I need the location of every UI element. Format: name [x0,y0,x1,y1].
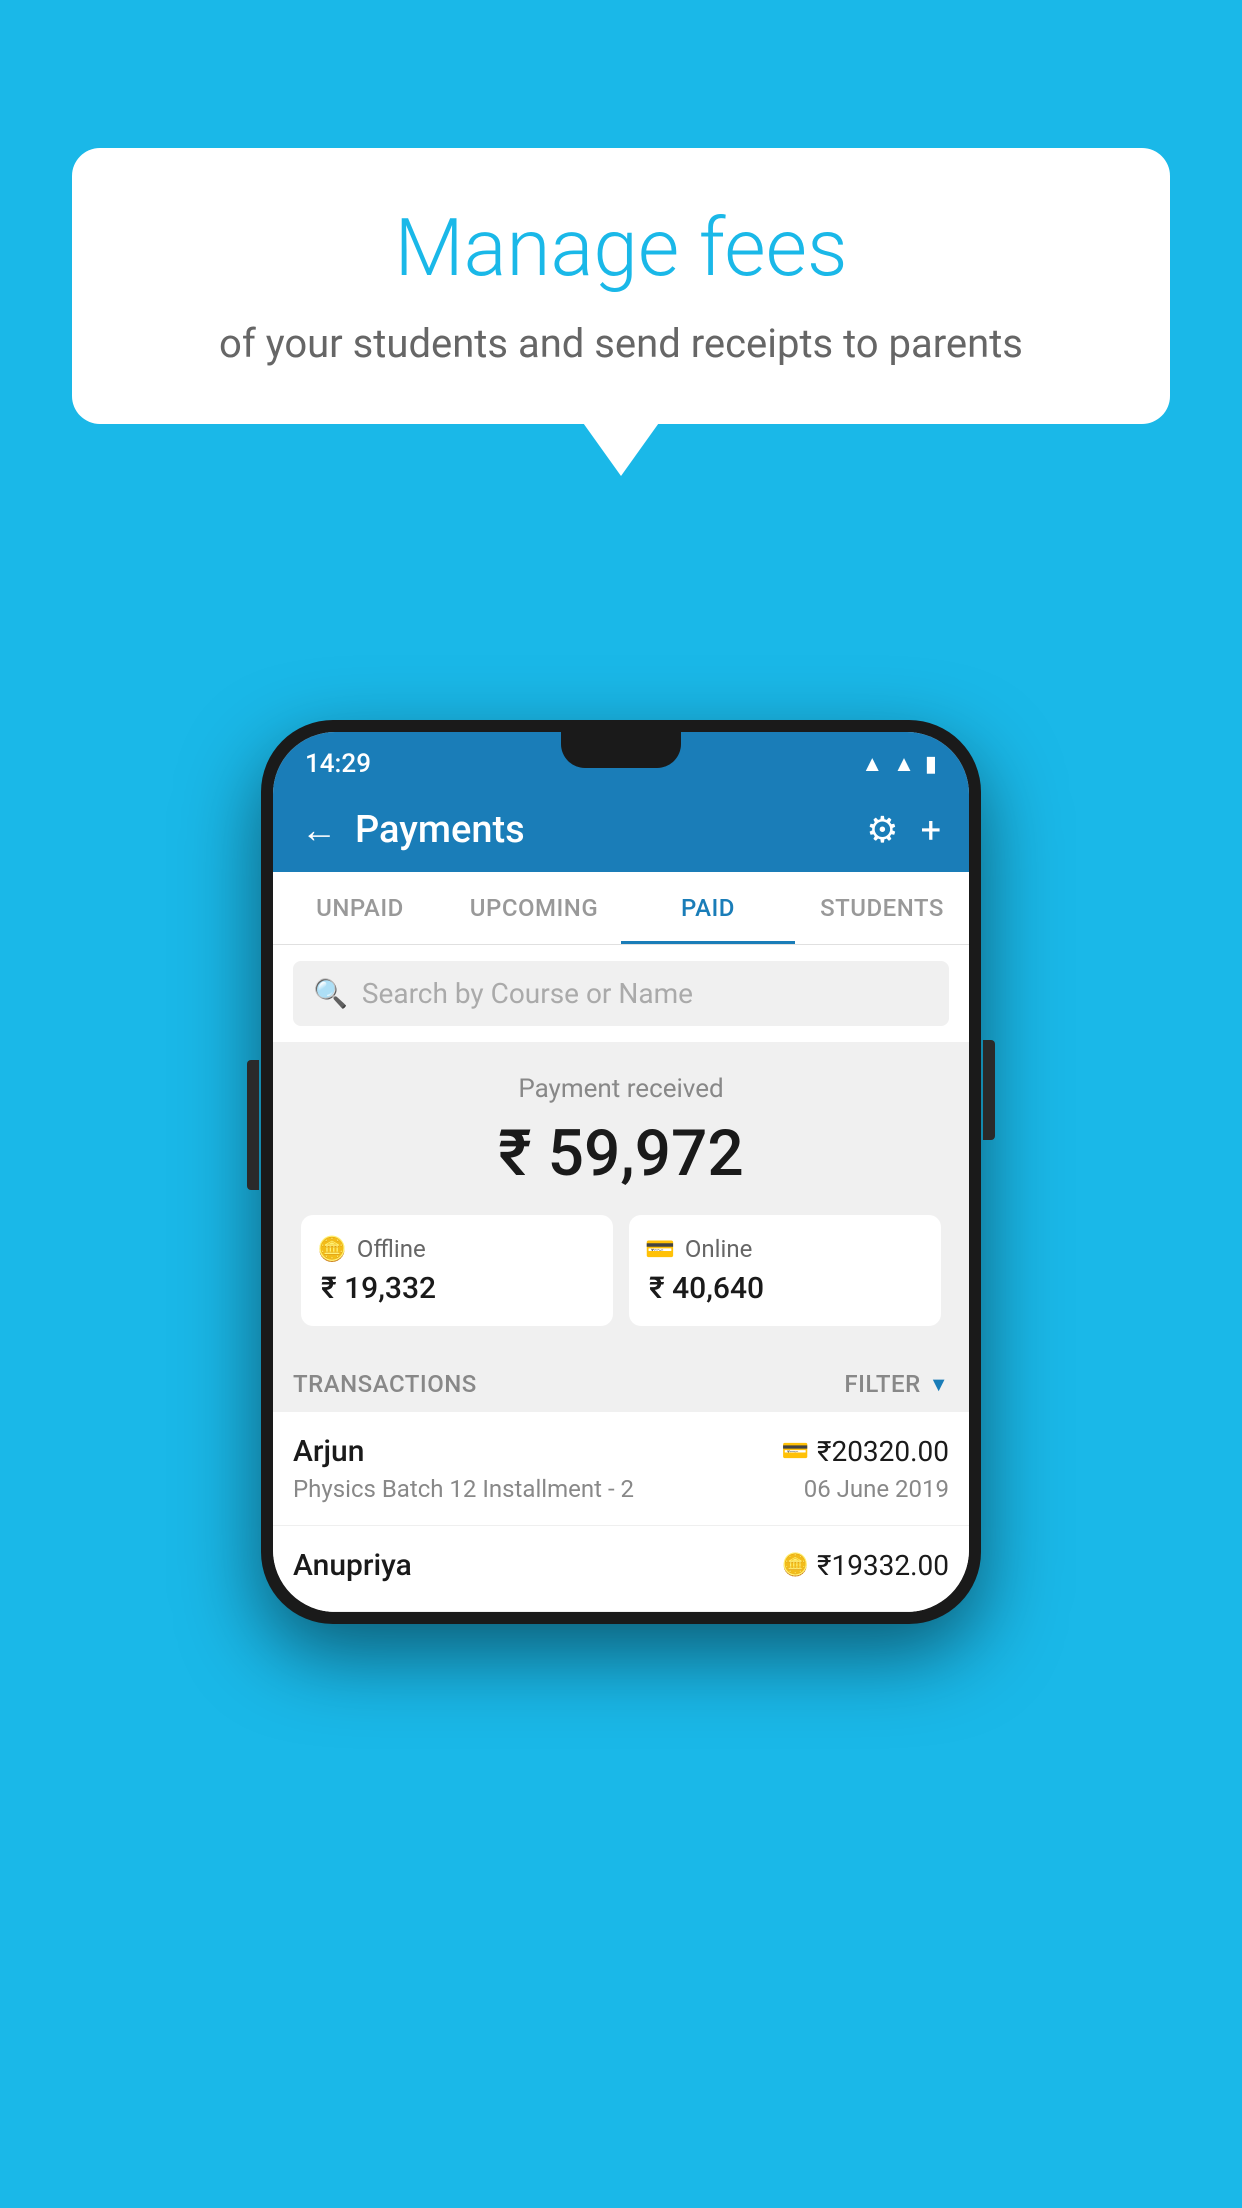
transactions-label: TRANSACTIONS [293,1370,477,1398]
transaction-row[interactable]: Arjun 💳 ₹20320.00 Physics Batch 12 Insta… [273,1412,969,1526]
tab-students[interactable]: STUDENTS [795,872,969,944]
transaction-row-bottom: Physics Batch 12 Installment - 2 06 June… [293,1475,949,1503]
payment-received-label: Payment received [293,1074,949,1104]
transaction-detail: Physics Batch 12 Installment - 2 [293,1475,634,1503]
filter-icon: ▼ [929,1372,949,1397]
search-bar[interactable]: 🔍 Search by Course or Name [293,961,949,1026]
tab-paid[interactable]: PAID [621,872,795,944]
settings-icon[interactable]: ⚙ [866,809,898,851]
speech-bubble: Manage fees of your students and send re… [72,148,1170,424]
online-label: Online [685,1235,752,1263]
search-container: 🔍 Search by Course or Name [273,945,969,1042]
phone-outer: 14:29 ▲ ▲ ▮ ← Payments ⚙ + [261,720,981,1624]
payment-amount: ₹ 59,972 [293,1116,949,1191]
page-title: Payments [355,808,525,852]
online-card-header: 💳 Online [645,1235,925,1263]
offline-label: Offline [357,1235,426,1263]
filter-label: FILTER [844,1370,920,1398]
phone-notch [561,732,681,768]
bubble-title: Manage fees [132,204,1110,292]
phone-inner: 14:29 ▲ ▲ ▮ ← Payments ⚙ + [273,732,969,1612]
offline-amount: ₹ 19,332 [317,1271,597,1306]
transaction-row[interactable]: Anupriya 🪙 ₹19332.00 [273,1526,969,1612]
transaction-amount-wrap: 🪙 ₹19332.00 [782,1549,949,1582]
search-input[interactable]: Search by Course or Name [362,977,693,1010]
tabs-bar: UNPAID UPCOMING PAID STUDENTS [273,872,969,945]
filter-button[interactable]: FILTER ▼ [844,1370,949,1398]
payment-method-icon: 🪙 [782,1553,809,1578]
transaction-row-top: Anupriya 🪙 ₹19332.00 [293,1548,949,1583]
transaction-row-top: Arjun 💳 ₹20320.00 [293,1434,949,1469]
transaction-name: Arjun [293,1434,364,1469]
header-right: ⚙ + [866,809,941,851]
battery-icon: ▮ [925,752,937,777]
online-icon: 💳 [645,1235,675,1263]
tab-unpaid[interactable]: UNPAID [273,872,447,944]
signal-icon: ▲ [893,751,915,777]
transaction-amount-wrap: 💳 ₹20320.00 [782,1435,949,1468]
status-icons: ▲ ▲ ▮ [861,751,937,777]
status-time: 14:29 [305,749,371,779]
transaction-amount: ₹20320.00 [817,1435,949,1468]
transaction-name: Anupriya [293,1548,412,1583]
transaction-date: 06 June 2019 [804,1475,949,1503]
wifi-icon: ▲ [861,751,883,777]
background: Manage fees of your students and send re… [0,0,1242,2208]
header-left: ← Payments [301,808,525,852]
bubble-subtitle: of your students and send receipts to pa… [132,316,1110,372]
offline-card: 🪙 Offline ₹ 19,332 [301,1215,613,1326]
search-icon: 🔍 [313,977,348,1010]
transaction-amount: ₹19332.00 [817,1549,949,1582]
transactions-header: TRANSACTIONS FILTER ▼ [273,1350,969,1412]
phone-mockup: 14:29 ▲ ▲ ▮ ← Payments ⚙ + [261,720,981,1624]
add-button[interactable]: + [921,809,941,851]
offline-card-header: 🪙 Offline [317,1235,597,1263]
payment-method-icon: 💳 [782,1439,809,1464]
online-amount: ₹ 40,640 [645,1271,925,1306]
back-button[interactable]: ← [301,809,337,851]
app-header: ← Payments ⚙ + [273,788,969,872]
tab-upcoming[interactable]: UPCOMING [447,872,621,944]
online-card: 💳 Online ₹ 40,640 [629,1215,941,1326]
payment-cards: 🪙 Offline ₹ 19,332 💳 Online ₹ 40,640 [301,1215,941,1326]
payment-summary: Payment received ₹ 59,972 🪙 Offline ₹ 19… [273,1042,969,1350]
offline-icon: 🪙 [317,1235,347,1263]
